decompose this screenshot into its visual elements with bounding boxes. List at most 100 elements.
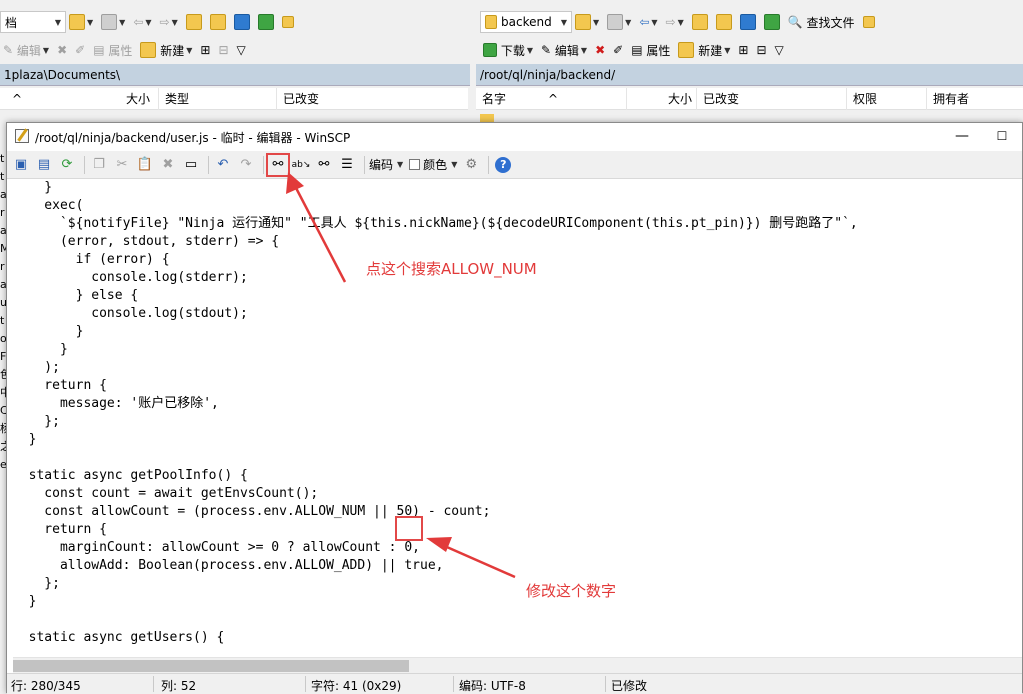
save-all-button[interactable]: ▤ — [34, 155, 54, 175]
right-col-permissions[interactable]: 权限 — [846, 88, 926, 110]
left-filter-button[interactable]: ▼ — [98, 11, 128, 33]
left-new-button[interactable]: 新建 ▼ — [137, 39, 195, 61]
scrollbar-thumb[interactable] — [13, 660, 409, 672]
editor-title-bar[interactable]: /root/ql/ninja/backend/user.js - 临时 - 编辑… — [7, 123, 1022, 151]
right-minus-button[interactable]: ⊟ — [753, 39, 769, 61]
left-path-bar[interactable]: 1plaza\Documents\ — [0, 64, 470, 86]
left-rename-button[interactable]: ✐ — [72, 39, 88, 61]
redo-button[interactable]: ↷ — [236, 155, 256, 175]
code-line: } — [13, 342, 68, 357]
chevron-down-icon: ▼ — [560, 17, 567, 27]
right-props-button[interactable]: ▤ 属性 — [628, 39, 673, 61]
right-folder-combo[interactable]: backend ▼ — [480, 11, 572, 33]
right-path-bar[interactable]: /root/ql/ninja/backend/ — [476, 64, 1023, 86]
status-divider — [305, 676, 306, 692]
status-char: 字符: 41 (0x29) — [311, 679, 402, 693]
left-col-type[interactable]: 类型 — [158, 88, 276, 110]
left-drive-combo[interactable]: 档 ▼ — [0, 11, 66, 33]
right-props-label: 属性 — [646, 43, 671, 58]
left-col-changed[interactable]: 已改变 — [276, 88, 446, 110]
encoding-button[interactable]: 编码 — [369, 156, 393, 173]
right-path-text: /root/ql/ninja/backend/ — [480, 68, 616, 82]
right-download-button[interactable]: 下载 ▼ — [480, 39, 536, 61]
chevron-down-icon: ▼ — [87, 17, 94, 27]
color-button[interactable]: 颜色 — [423, 156, 447, 173]
right-refresh-button[interactable] — [761, 11, 783, 33]
left-plus-button[interactable]: ⊞ — [197, 39, 213, 61]
right-col-changed[interactable]: 已改变 — [696, 88, 846, 110]
right-parent-dir-button[interactable] — [689, 11, 711, 33]
right-toolbar-row1: backend ▼ ▼ ▼ ⇦ ▼ ⇨ ▼ 🔍 查找文件 — [480, 10, 1023, 34]
left-filter2-button[interactable]: ▽ — [234, 39, 249, 61]
code-editor[interactable]: } exec( `${notifyFile} "Ninja 运行通知" "工具人… — [13, 179, 1022, 657]
editor-window: /root/ql/ninja/backend/user.js - 临时 - 编辑… — [6, 122, 1023, 694]
paste-button[interactable]: 📋 — [135, 155, 155, 175]
undo-button[interactable]: ↶ — [213, 155, 233, 175]
replace-button[interactable]: ab↘ — [291, 155, 311, 175]
right-open-folder-button[interactable]: ▼ — [572, 11, 602, 33]
left-edit-label: 编辑 — [16, 43, 41, 58]
pencil-icon: ✎ — [541, 43, 552, 57]
left-forward-button[interactable]: ⇨ ▼ — [157, 11, 181, 33]
right-forward-button[interactable]: ⇨ ▼ — [663, 11, 687, 33]
left-open-folder-button[interactable]: ▼ — [66, 11, 96, 33]
right-edit-button[interactable]: ✎ 编辑 ▼ — [538, 39, 590, 61]
right-sync-button[interactable] — [860, 11, 878, 33]
horizontal-scrollbar[interactable] — [13, 657, 1022, 673]
left-delete-button[interactable]: ✖ — [54, 39, 70, 61]
right-rename-button[interactable]: ✐ — [610, 39, 626, 61]
properties-icon: ▤ — [631, 43, 643, 57]
settings-button[interactable]: ⚙ — [461, 155, 481, 175]
right-find-files-button[interactable]: 🔍 查找文件 — [785, 11, 858, 33]
save-button[interactable]: ▣ — [11, 155, 31, 175]
right-col-owner[interactable]: 拥有者 — [926, 88, 1023, 110]
code-line: console.log(stdout); — [13, 306, 248, 321]
minimize-button[interactable]: — — [950, 125, 974, 147]
home-icon — [739, 14, 756, 30]
left-parent-dir-button[interactable] — [183, 11, 205, 33]
right-toolbar-row2: 下载 ▼ ✎ 编辑 ▼ ✖ ✐ ▤ 属性 新建 ▼ ⊞ ⊟ ▽ — [480, 38, 1023, 62]
binoculars-icon: ⚯ — [272, 157, 284, 172]
left-props-button[interactable]: ▤ 属性 — [90, 39, 135, 61]
left-drive-label: 档 — [5, 15, 18, 30]
goto-line-button[interactable]: ☰ — [337, 155, 357, 175]
cut-button[interactable]: ✂ — [112, 155, 132, 175]
save-icon: ▣ — [14, 157, 28, 172]
right-home-button[interactable] — [737, 11, 759, 33]
gear-icon: ⚙ — [465, 157, 478, 172]
plus-icon: ⊞ — [200, 43, 211, 57]
parent-folder-icon — [691, 14, 708, 30]
left-root-dir-button[interactable] — [207, 11, 229, 33]
right-delete-button[interactable]: ✖ — [592, 39, 608, 61]
delete-button[interactable]: ✖ — [158, 155, 178, 175]
find-next-button[interactable]: ⚯ — [314, 155, 334, 175]
select-all-button[interactable]: ▭ — [181, 155, 201, 175]
right-col-size[interactable]: 大小 — [626, 88, 696, 110]
arrow-left-icon: ⇦ — [133, 15, 144, 29]
root-folder-icon — [715, 14, 732, 30]
left-sync-button[interactable] — [279, 11, 297, 33]
left-col-size[interactable]: 大小 — [88, 88, 154, 110]
plus-icon: ⊞ — [738, 43, 749, 57]
reload-button[interactable]: ⟳ — [57, 155, 77, 175]
right-back-button[interactable]: ⇦ ▼ — [636, 11, 660, 33]
left-home-button[interactable] — [231, 11, 253, 33]
find-button[interactable]: ⚯ — [266, 152, 290, 177]
maximize-button[interactable]: ☐ — [990, 125, 1014, 147]
copy-button[interactable]: ❐ — [89, 155, 109, 175]
left-refresh-button[interactable] — [255, 11, 277, 33]
right-plus-button[interactable]: ⊞ — [735, 39, 751, 61]
right-new-button[interactable]: 新建 ▼ — [675, 39, 733, 61]
left-minus-button[interactable]: ⊟ — [215, 39, 231, 61]
help-button[interactable]: ? — [493, 155, 513, 175]
right-root-dir-button[interactable] — [713, 11, 735, 33]
right-filter2-button[interactable]: ▽ — [772, 39, 787, 61]
left-props-label: 属性 — [108, 43, 133, 58]
color-swatch-icon — [409, 159, 421, 170]
left-back-button[interactable]: ⇦ ▼ — [130, 11, 154, 33]
delete-icon: ✖ — [57, 43, 68, 57]
left-edit-button[interactable]: ✎ 编辑 ▼ — [0, 39, 52, 61]
code-line: `${notifyFile} "Ninja 运行通知" "工具人 ${this.… — [13, 216, 858, 231]
code-line: } else { — [13, 288, 139, 303]
right-filter-button[interactable]: ▼ — [604, 11, 634, 33]
